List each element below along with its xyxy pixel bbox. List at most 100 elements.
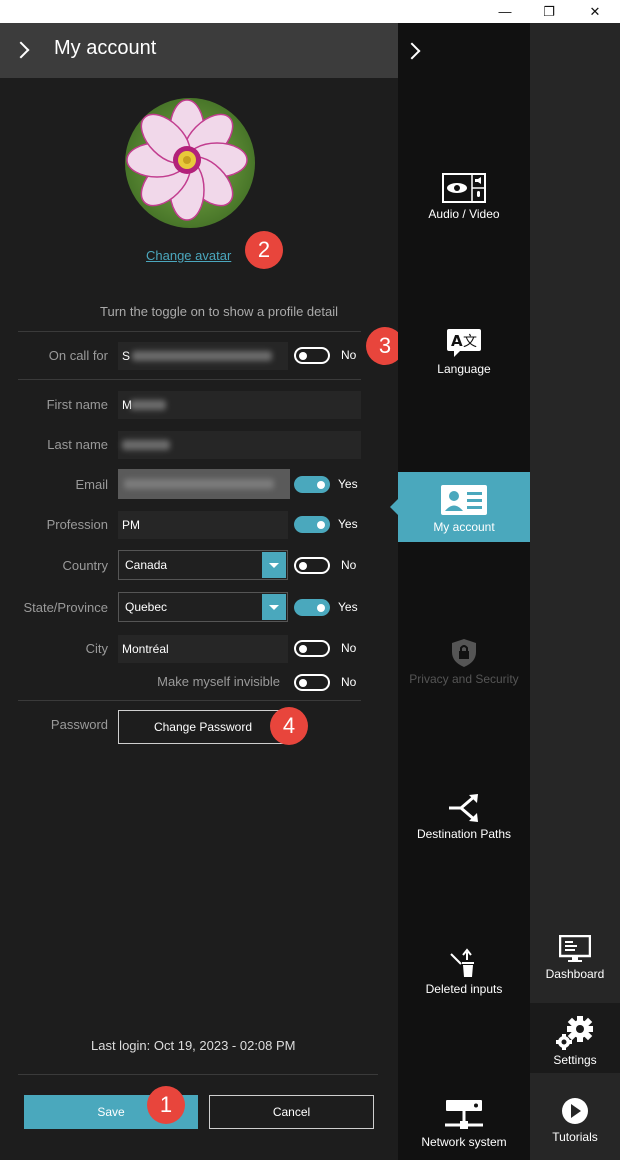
collapse-chevron-icon[interactable] [12,41,30,59]
svg-text:A: A [451,332,463,350]
nav-network-label: Network system [421,1135,507,1149]
redacted-text [124,479,274,489]
city-toggle-label: No [341,641,357,655]
nav-dashboard[interactable]: Dashboard [530,934,620,995]
toggle-hint-text: Turn the toggle on to show a profile det… [100,304,338,319]
expand-chevron-icon[interactable] [403,42,421,60]
country-toggle-label: No [341,558,357,572]
network-icon [443,1099,485,1131]
email-toggle[interactable] [294,476,330,493]
invisible-toggle[interactable] [294,674,330,691]
nav-my-account[interactable]: My account [398,472,530,542]
profession-toggle[interactable] [294,516,330,533]
password-label: Password [50,717,108,732]
play-circle-icon [560,1096,590,1126]
nav-network-system[interactable]: Network system [398,1099,530,1154]
page-title: My account [54,37,157,59]
shield-lock-icon [451,638,477,668]
state-toggle-label: Yes [338,600,358,614]
nav-audio-video-label: Audio / Video [428,207,500,221]
profession-field[interactable]: PM [118,511,288,539]
state-value: Quebec [125,600,168,614]
minimize-button[interactable]: — [482,0,528,23]
translate-icon: A 文 [446,328,482,358]
id-card-icon [440,484,488,516]
svg-text:文: 文 [463,334,477,350]
nav-tutorials-label: Tutorials [552,1130,598,1144]
divider [18,1074,378,1075]
last-login-text: Last login: Oct 19, 2023 - 02:08 PM [91,1038,296,1053]
on-call-field[interactable]: S [118,342,288,370]
window-titlebar: — ❐ ✕ [0,0,620,23]
city-label: City [85,641,108,656]
callout-badge-1: 1 [147,1086,185,1124]
dropdown-arrow-icon[interactable] [262,594,286,620]
redacted-text [122,440,170,450]
profession-value: PM [122,518,140,532]
callout-badge-2: 2 [245,231,283,269]
state-select[interactable]: Quebec [118,592,288,622]
close-button[interactable]: ✕ [572,0,618,23]
split-arrows-icon [447,793,481,823]
last-name-label: Last name [47,437,108,452]
nav-audio-video[interactable]: Audio / Video [398,173,530,228]
on-call-toggle[interactable] [294,347,330,364]
dashboard-icon [558,934,592,963]
cancel-button[interactable]: Cancel [209,1095,374,1129]
state-toggle[interactable] [294,599,330,616]
nav-my-account-label: My account [433,520,495,534]
nav-privacy-security[interactable]: Privacy and Security [398,638,530,693]
avatar[interactable] [125,98,255,228]
divider [18,379,361,380]
first-name-label: First name [46,397,108,412]
on-call-value: S [122,349,131,363]
trash-restore-icon [447,946,481,978]
nav-dashboard-label: Dashboard [545,967,605,981]
nav-tutorials[interactable]: Tutorials [530,1093,620,1153]
divider [18,331,361,332]
invisible-label: Make myself invisible [157,674,280,689]
gears-icon [555,1015,595,1051]
city-field[interactable]: Montréal [118,635,288,663]
redacted-text [130,400,166,410]
nav-settings[interactable]: Settings [530,1003,620,1073]
active-pointer [390,499,398,515]
country-value: Canada [125,558,168,572]
country-select[interactable]: Canada [118,550,288,580]
nav-settings-label: Settings [553,1053,597,1067]
email-label: Email [75,477,108,492]
dropdown-arrow-icon[interactable] [262,552,286,578]
nav-deleted-label: Deleted inputs [425,982,503,996]
change-password-button[interactable]: Change Password [118,710,288,744]
email-field[interactable] [118,469,290,499]
first-name-field[interactable]: M [118,391,361,419]
divider [18,700,361,701]
nav-deleted-inputs[interactable]: Deleted inputs [398,946,530,1001]
state-label: State/Province [23,600,108,615]
invisible-toggle-label: No [341,675,357,689]
restore-button[interactable]: ❐ [526,0,572,23]
nav-privacy-label: Privacy and Security [409,672,519,686]
last-name-field[interactable] [118,431,361,459]
change-avatar-link[interactable]: Change avatar [146,248,231,263]
settings-nav: Audio / Video A 文 Language My account Pr… [390,23,530,1160]
on-call-toggle-label: No [341,348,357,362]
nav-language-label: Language [437,362,491,376]
nav-destination-paths[interactable]: Destination Paths [398,793,530,848]
profession-label: Profession [46,517,108,532]
audio-video-icon [442,173,486,203]
email-toggle-label: Yes [338,477,358,491]
panel-header: My account [0,23,398,78]
my-account-panel: My account Change avatar 2 Turn the togg… [0,23,404,1160]
city-value: Montréal [122,642,169,656]
callout-badge-4: 4 [270,707,308,745]
country-toggle[interactable] [294,557,330,574]
profession-toggle-label: Yes [338,517,358,531]
redacted-text [132,351,272,361]
nav-language[interactable]: A 文 Language [398,328,530,383]
country-label: Country [62,558,108,573]
on-call-label: On call for [48,348,108,363]
city-toggle[interactable] [294,640,330,657]
app-nav: Dashboard Settings Tutorials [530,23,620,1160]
nav-destination-label: Destination Paths [416,827,512,841]
